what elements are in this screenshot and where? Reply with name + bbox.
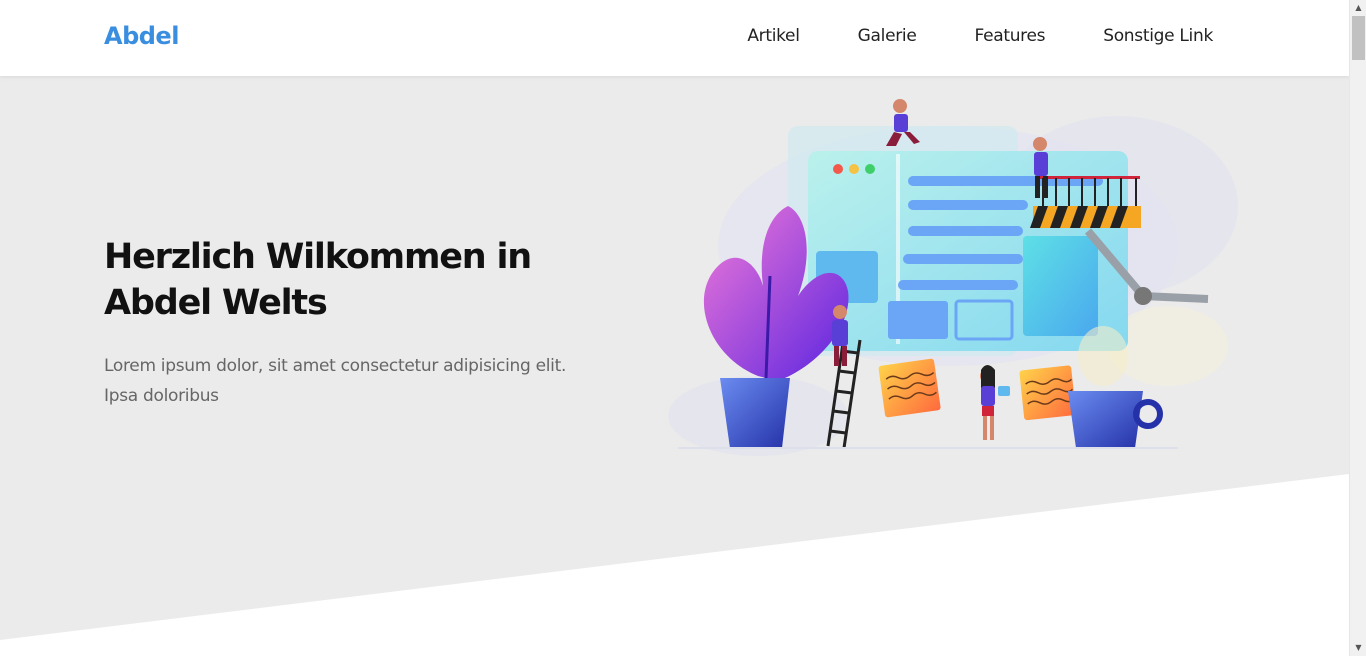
brand-logo-link[interactable]: Abdel	[104, 22, 179, 50]
scroll-up-icon[interactable]: ▲	[1350, 0, 1366, 16]
scrollbar-thumb[interactable]	[1352, 16, 1365, 60]
nav-link-sonstige[interactable]: Sonstige Link	[1103, 26, 1213, 46]
hero-title: Herzlich Wilkommen in Abdel Welts	[104, 237, 532, 323]
nav-link-features[interactable]: Features	[975, 26, 1046, 46]
navbar: Abdel Artikel Galerie Features Sonstige …	[0, 0, 1349, 76]
hero-illustration	[668, 99, 1238, 456]
page-scrollbar[interactable]: ▲ ▼	[1349, 0, 1366, 656]
main-nav: Artikel Galerie Features Sonstige Link	[747, 26, 1213, 46]
scroll-down-icon[interactable]: ▼	[1350, 640, 1366, 656]
page: Abdel Artikel Galerie Features Sonstige …	[0, 0, 1349, 656]
hero-description: Lorem ipsum dolor, sit amet consectetur …	[104, 356, 567, 406]
hero-section: Herzlich Wilkommen in Abdel Welts Lorem …	[0, 76, 1349, 656]
nav-link-galerie[interactable]: Galerie	[858, 26, 917, 46]
nav-link-artikel[interactable]: Artikel	[747, 26, 800, 46]
